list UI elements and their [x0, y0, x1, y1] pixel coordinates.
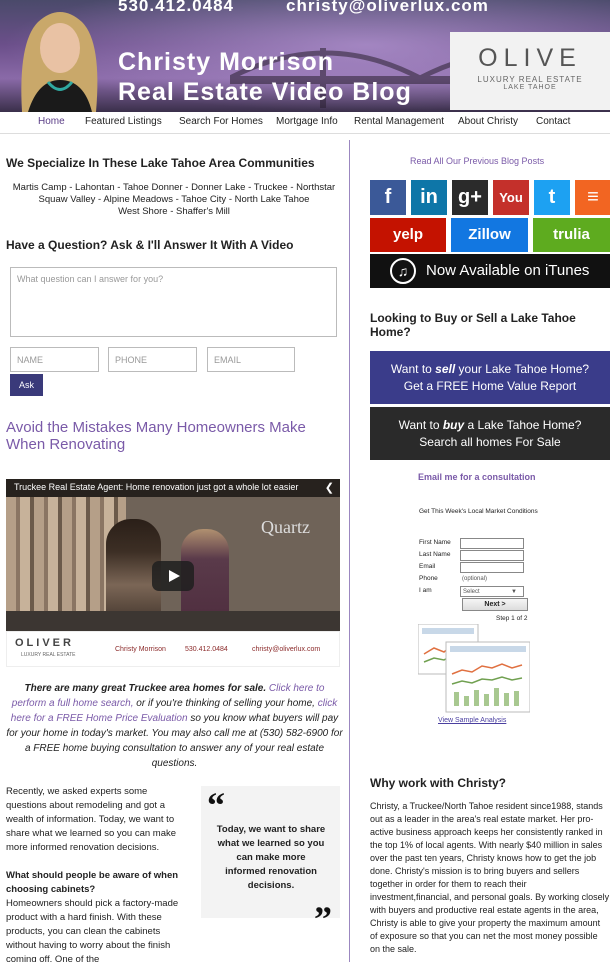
zillow-icon[interactable]: Zillow	[451, 218, 528, 252]
market-form-title: Get This Week's Local Market Conditions	[419, 508, 538, 515]
sell-banner-line1: Want to sell your Lake Tahoe Home?	[390, 362, 590, 376]
itunes-label: Now Available on iTunes	[426, 262, 590, 279]
sample-analysis-thumbnail[interactable]	[418, 624, 530, 714]
main-content: We Specialize In These Lake Tahoe Area C…	[0, 140, 350, 962]
twitter-icon[interactable]: t	[534, 180, 570, 215]
article-subhead: What should people be aware of when choo…	[6, 870, 179, 895]
iam-select-value: Select	[463, 589, 480, 595]
nav-home[interactable]: Home	[38, 116, 65, 127]
communities-list: Martis Camp - Lahontan - Tahoe Donner - …	[6, 182, 342, 218]
communities-line: West Shore - Shaffer's Mill	[118, 206, 230, 217]
brokerage-logo[interactable]: OLIVE LUXURY REAL ESTATE LAKE TAHOE	[450, 32, 610, 110]
youtube-icon[interactable]: You	[493, 180, 529, 215]
video-watermark: Quartz	[261, 517, 310, 537]
question-heading: Have a Question? Ask & I'll Answer It Wi…	[6, 238, 294, 252]
video-footer-name: Christy Morrison	[115, 646, 166, 653]
googleplus-icon[interactable]: g+	[452, 180, 488, 215]
buy-home-banner[interactable]: Want to buy a Lake Tahoe Home? Search al…	[370, 407, 610, 460]
article-body: Recently, we asked experts some question…	[6, 785, 186, 962]
video-footer-logo: OLIVER	[15, 637, 74, 649]
promo-text: There are many great Truckee area homes …	[6, 681, 343, 771]
main-nav: Home Featured Listings Search For Homes …	[0, 112, 610, 134]
name-field[interactable]: NAME	[10, 347, 99, 372]
facebook-icon[interactable]: f	[370, 180, 406, 215]
sell-banner-line2: Get a FREE Home Value Report	[403, 379, 577, 393]
site-title-line1: Christy Morrison	[118, 48, 335, 76]
header-email[interactable]: christy@oliverlux.com	[286, 0, 489, 16]
communities-heading: We Specialize In These Lake Tahoe Area C…	[6, 156, 315, 170]
video-counter	[6, 611, 340, 631]
iam-label: I am	[419, 587, 432, 594]
first-name-input[interactable]	[460, 538, 524, 549]
sell-home-banner[interactable]: Want to sell your Lake Tahoe Home? Get a…	[370, 351, 610, 404]
last-name-input[interactable]	[460, 550, 524, 561]
first-name-label: First Name	[419, 539, 451, 546]
video-footer-logo-sub: LUXURY REAL ESTATE	[21, 652, 76, 658]
nav-contact[interactable]: Contact	[536, 116, 570, 127]
article-paragraph: Recently, we asked experts some question…	[6, 786, 177, 853]
article-title[interactable]: Avoid the Mistakes Many Homeowners Make …	[6, 419, 341, 453]
close-quote-icon: ”	[314, 899, 332, 939]
site-title-line2: Real Estate Video Blog	[118, 78, 412, 106]
pull-quote-text: Today, we want to share what we learned …	[216, 824, 326, 891]
email-label: Email	[419, 563, 436, 570]
iam-select[interactable]: Select ▼	[460, 586, 524, 597]
video-footer-email: christy@oliverlux.com	[252, 646, 321, 653]
why-text: Christy, a Truckee/North Tahoe resident …	[370, 801, 610, 954]
video-title-bar: Truckee Real Estate Agent: Home renovati…	[6, 479, 340, 497]
trulia-icon[interactable]: trulia	[533, 218, 610, 252]
phone-label: Phone	[419, 575, 438, 582]
site-header: 530.412.0484 christy@oliverlux.com Chris…	[0, 0, 610, 112]
nav-featured-listings[interactable]: Featured Listings	[85, 116, 162, 127]
music-note-icon: ♫	[390, 258, 416, 284]
agent-portrait	[21, 12, 98, 112]
linkedin-icon[interactable]: in	[411, 180, 447, 215]
video-title[interactable]: Truckee Real Estate Agent: Home renovati…	[14, 482, 298, 492]
dropdown-arrow-icon: ▼	[511, 589, 517, 595]
ask-button[interactable]: Ask	[10, 374, 43, 396]
share-icon[interactable]: ❮	[325, 481, 334, 494]
yelp-icon[interactable]: yelp	[370, 218, 446, 252]
phone-input[interactable]: (optional)	[460, 574, 524, 585]
video-footer: OLIVER LUXURY REAL ESTATE Christy Morris…	[6, 631, 340, 667]
buy-sell-heading: Looking to Buy or Sell a Lake Tahoe Home…	[370, 311, 576, 339]
logo-wordmark: OLIVE	[478, 44, 582, 72]
header-phone[interactable]: 530.412.0484	[118, 0, 234, 16]
phone-field[interactable]: PHONE	[108, 347, 197, 372]
nav-mortgage-info[interactable]: Mortgage Info	[276, 116, 338, 127]
email-input[interactable]	[460, 562, 524, 573]
logo-tagline: LUXURY REAL ESTATE	[477, 75, 583, 84]
article-paragraph: Homeowners should pick a factory-made pr…	[6, 898, 179, 962]
email-consultation-link[interactable]: Email me for a consultation	[418, 472, 536, 482]
pull-quote: “ Today, we want to share what we learne…	[201, 785, 340, 939]
open-quote-icon: “	[207, 785, 225, 825]
email-field[interactable]: EMAIL	[207, 347, 295, 372]
sidebar: Read All Our Previous Blog Posts f in g+…	[352, 140, 610, 962]
video-footer-phone: 530.412.0484	[185, 646, 228, 653]
buy-banner-line1: Want to buy a Lake Tahoe Home?	[398, 418, 582, 432]
why-heading: Why work with Christy?	[370, 776, 507, 790]
communities-line: Squaw Valley - Alpine Meadows - Tahoe Ci…	[38, 194, 310, 205]
buy-banner-line2: Search all homes For Sale	[419, 435, 561, 449]
rss-icon[interactable]: ≡	[575, 180, 610, 215]
promo-bold: There are many great Truckee area homes …	[24, 683, 267, 694]
question-textarea[interactable]: What question can I answer for you?	[10, 267, 337, 337]
last-name-label: Last Name	[419, 551, 451, 558]
form-step-indicator: Step 1 of 2	[496, 615, 528, 622]
nav-about-christy[interactable]: About Christy	[458, 116, 518, 127]
read-all-posts-link[interactable]: Read All Our Previous Blog Posts	[410, 156, 544, 166]
itunes-button[interactable]: ♫ Now Available on iTunes	[370, 254, 610, 288]
play-icon[interactable]	[152, 561, 194, 591]
next-button[interactable]: Next >	[462, 598, 528, 611]
nav-search-homes[interactable]: Search For Homes	[179, 116, 263, 127]
promo-text-mid: or if you're thinking of selling your ho…	[136, 698, 315, 709]
logo-location: LAKE TAHOE	[503, 84, 557, 91]
communities-line: Martis Camp - Lahontan - Tahoe Donner - …	[12, 182, 336, 193]
nav-rental-management[interactable]: Rental Management	[354, 116, 444, 127]
view-sample-analysis-link[interactable]: View Sample Analysis	[438, 717, 506, 724]
